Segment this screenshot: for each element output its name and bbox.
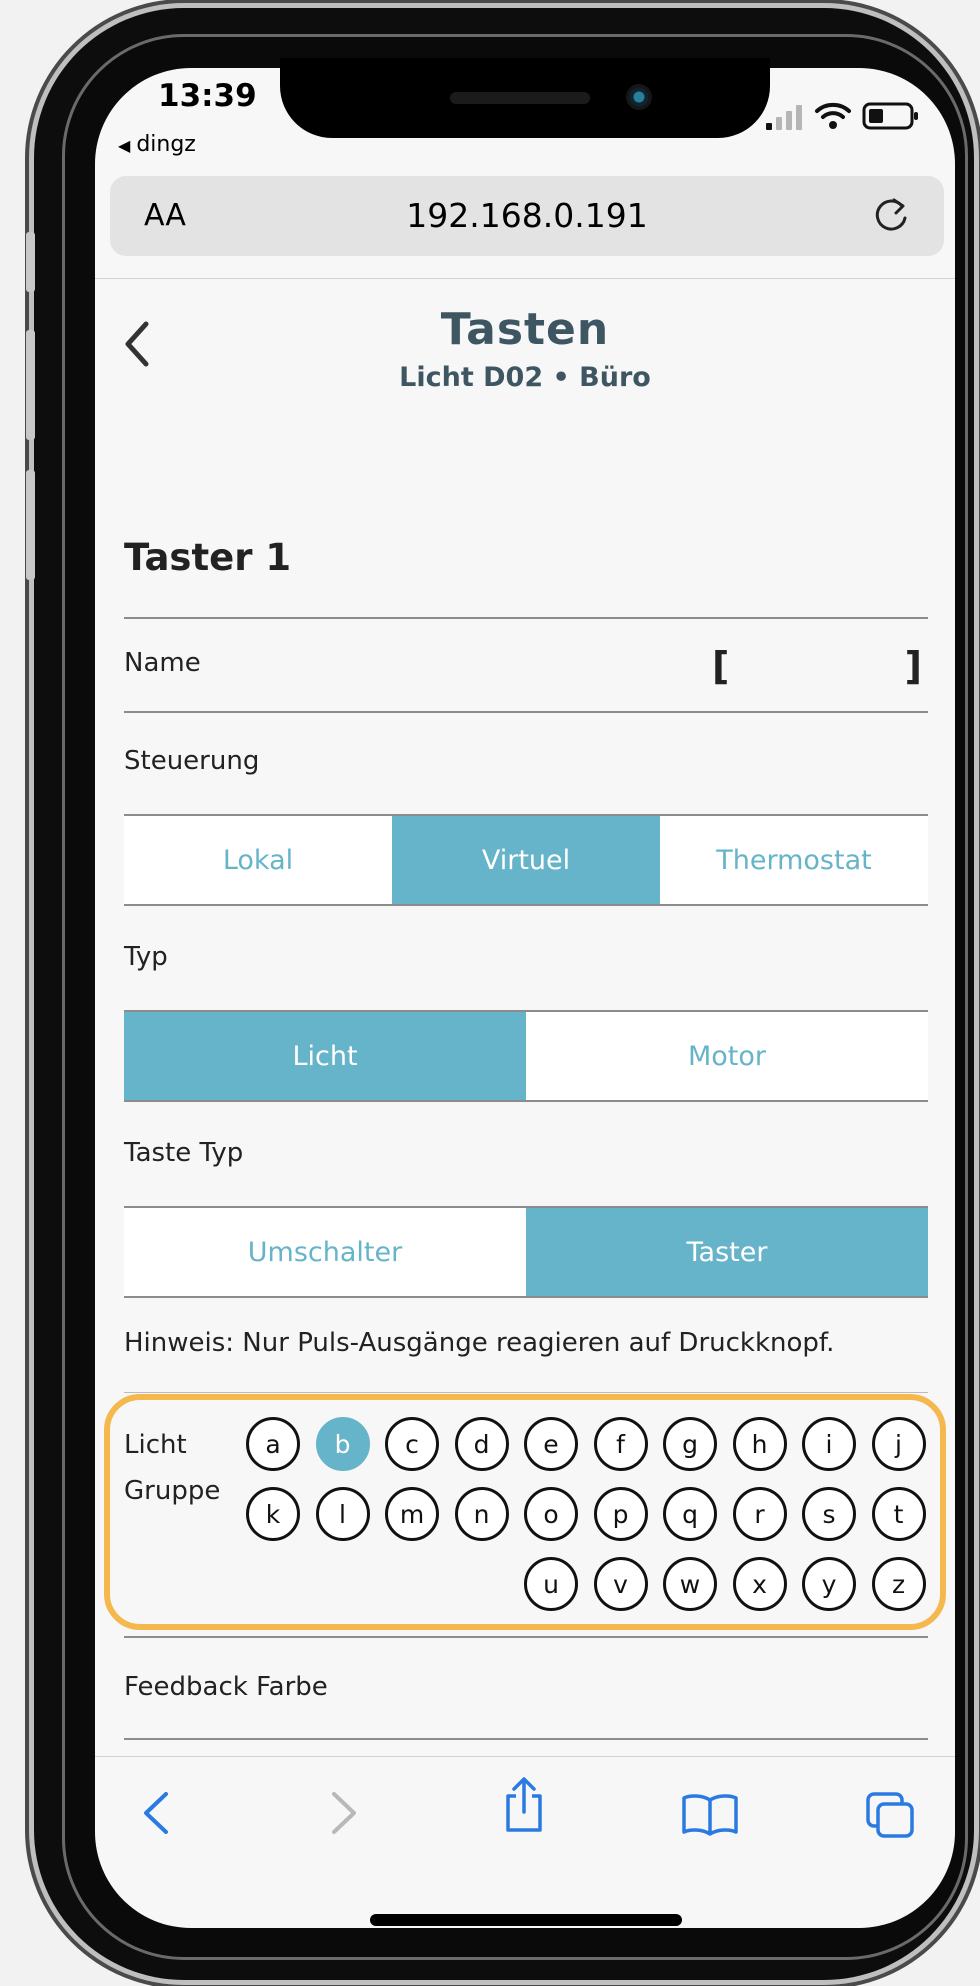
forward-arrow-icon[interactable] <box>328 1790 360 1836</box>
mute-switch <box>26 232 35 292</box>
earpiece-speaker <box>450 92 590 104</box>
group-label-line2: Gruppe <box>124 1476 221 1506</box>
group-button-g[interactable]: g <box>663 1417 717 1471</box>
taste-typ-option-umschalter[interactable]: Umschalter <box>124 1208 526 1296</box>
group-button-q[interactable]: q <box>663 1487 717 1541</box>
group-button-e[interactable]: e <box>524 1417 578 1471</box>
volume-up-button <box>26 330 35 440</box>
typ-segmented-control: Licht Motor <box>124 1010 928 1102</box>
taste-typ-option-taster[interactable]: Taster <box>526 1208 928 1296</box>
typ-label: Typ <box>124 942 168 972</box>
group-button-o[interactable]: o <box>524 1487 578 1541</box>
group-label-line1: Licht <box>124 1430 187 1460</box>
section-title: Taster 1 <box>124 536 292 579</box>
reload-icon[interactable] <box>872 194 912 234</box>
steuerung-option-thermostat[interactable]: Thermostat <box>660 816 928 904</box>
front-camera <box>626 84 652 110</box>
name-bracket-open: [ <box>712 644 730 688</box>
name-bracket-close: ] <box>904 644 922 688</box>
page-title: Tasten <box>440 304 610 355</box>
group-button-i[interactable]: i <box>802 1417 856 1471</box>
signal-icon <box>766 105 802 130</box>
browser-separator <box>95 278 955 279</box>
status-time: 13:39 <box>158 78 257 114</box>
steuerung-label: Steuerung <box>124 746 260 776</box>
share-icon[interactable] <box>502 1776 546 1834</box>
group-button-y[interactable]: y <box>802 1557 856 1611</box>
group-button-l[interactable]: l <box>315 1487 370 1541</box>
hint-text: Hinweis: Nur Puls-Ausgänge reagieren auf… <box>124 1328 835 1358</box>
url-text[interactable]: 192.168.0.191 <box>110 196 944 235</box>
group-button-p[interactable]: p <box>593 1487 648 1541</box>
bookmarks-icon[interactable] <box>680 1792 740 1836</box>
divider <box>124 711 928 713</box>
steuerung-option-virtuel[interactable]: Virtuel <box>392 816 660 904</box>
group-button-h[interactable]: h <box>732 1417 787 1471</box>
group-button-d[interactable]: d <box>454 1417 509 1471</box>
typ-option-motor[interactable]: Motor <box>526 1012 928 1100</box>
name-label: Name <box>124 648 201 678</box>
page-subtitle: Licht D02 • Büro <box>399 362 651 393</box>
toolbar-separator <box>95 1756 955 1757</box>
group-button-a[interactable]: a <box>246 1417 300 1471</box>
back-app-label: dingz <box>136 132 196 157</box>
taste-typ-segmented-control: Umschalter Taster <box>124 1206 928 1298</box>
group-button-w[interactable]: w <box>663 1557 717 1611</box>
group-button-r[interactable]: r <box>732 1487 787 1541</box>
name-field[interactable]: [ ] <box>712 644 922 688</box>
wifi-icon <box>815 102 851 129</box>
group-button-f[interactable]: f <box>593 1417 648 1471</box>
group-button-n[interactable]: n <box>454 1487 509 1541</box>
volume-down-button <box>26 470 35 580</box>
battery-icon <box>862 102 918 130</box>
group-button-k[interactable]: k <box>246 1487 300 1541</box>
group-button-s[interactable]: s <box>802 1487 856 1541</box>
typ-option-licht[interactable]: Licht <box>124 1012 526 1100</box>
group-button-v[interactable]: v <box>593 1557 648 1611</box>
divider <box>124 1636 928 1638</box>
group-button-c[interactable]: c <box>385 1417 439 1471</box>
steuerung-option-lokal[interactable]: Lokal <box>124 816 392 904</box>
steuerung-segmented-control: Lokal Virtuel Thermostat <box>124 814 928 906</box>
group-button-m[interactable]: m <box>385 1487 439 1541</box>
group-button-z[interactable]: z <box>871 1557 926 1611</box>
group-button-j[interactable]: j <box>871 1417 926 1471</box>
home-indicator <box>370 1914 682 1926</box>
back-triangle-icon: ◀ <box>118 136 131 155</box>
feedback-label: Feedback Farbe <box>124 1672 328 1702</box>
divider <box>124 1392 928 1393</box>
back-arrow-icon[interactable] <box>140 1790 172 1836</box>
group-button-u[interactable]: u <box>524 1557 578 1611</box>
divider <box>124 617 928 619</box>
group-label: Licht Gruppe <box>124 1422 220 1514</box>
taste-typ-label: Taste Typ <box>124 1138 244 1168</box>
tabs-icon[interactable] <box>864 1790 918 1840</box>
group-button-x[interactable]: x <box>732 1557 787 1611</box>
back-to-app-link[interactable]: ◀ dingz <box>118 132 196 157</box>
group-button-b[interactable]: b <box>315 1417 370 1471</box>
divider <box>124 1738 928 1740</box>
group-button-t[interactable]: t <box>871 1487 926 1541</box>
